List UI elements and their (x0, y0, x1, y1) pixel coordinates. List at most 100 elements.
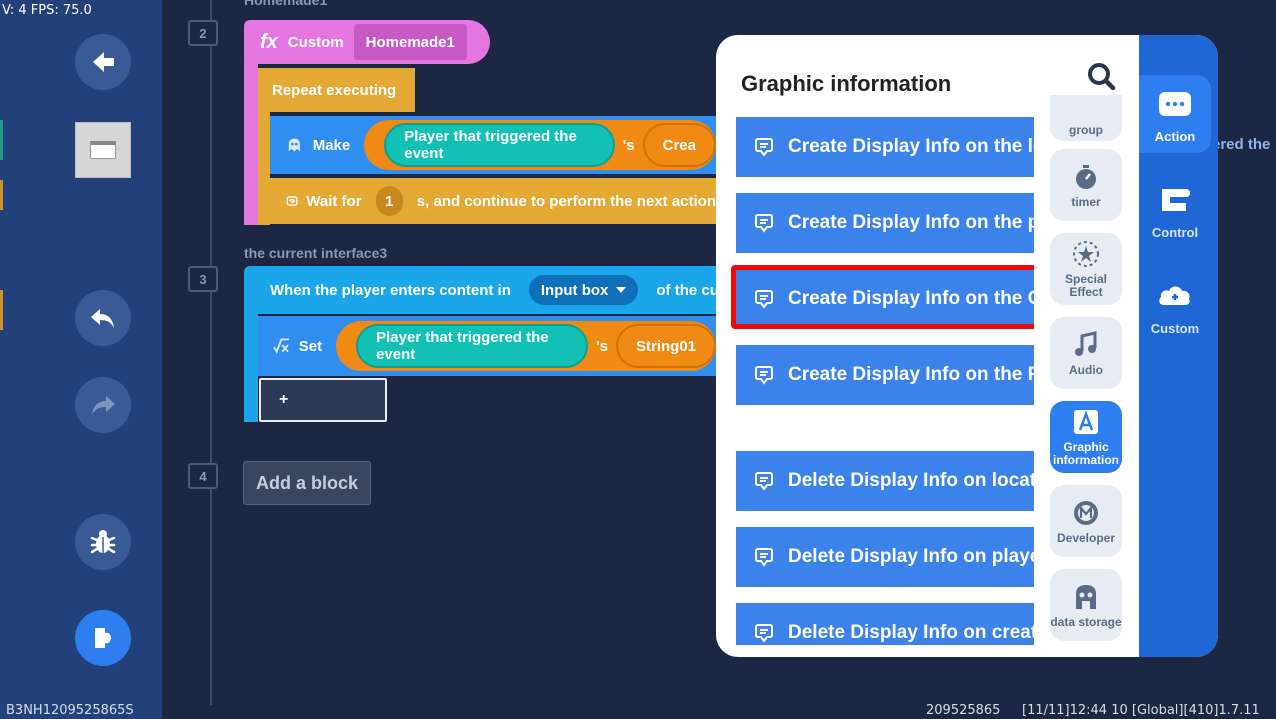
undo-icon (91, 309, 114, 328)
category-label: Graphic information (1053, 440, 1119, 467)
window-icon (90, 141, 116, 159)
custom-function-block[interactable]: fx Custom Homemade1 (244, 20, 490, 64)
category-data-storage[interactable]: data storage (1050, 569, 1122, 641)
bug-icon (90, 530, 116, 554)
category-label: timer (1071, 194, 1101, 209)
wait-seconds-input[interactable]: 1 (375, 186, 403, 216)
block-label: Repeat executing (272, 81, 397, 99)
custom-icon (1159, 286, 1190, 305)
list-item-delete-location[interactable]: Delete Display Info on location (736, 451, 1034, 511)
category-label: Special Effect (1064, 272, 1108, 299)
graphic-info-icon (1074, 410, 1098, 435)
list-item-create-player[interactable]: Create Display Info on the player (736, 193, 1034, 253)
redo-icon (92, 396, 115, 415)
category-graphic-information[interactable]: Graphic information (1050, 401, 1122, 473)
list-item-label: Delete Display Info on creature (788, 622, 1034, 643)
player-variable-reporter[interactable]: Player that triggered the event 's Strin… (336, 321, 716, 371)
category-developer[interactable]: Developer (1050, 485, 1122, 557)
make-block[interactable]: Make Player that triggered the event 's … (270, 116, 716, 174)
info-bubble-icon (755, 548, 773, 567)
chevron-down-icon (616, 287, 627, 293)
ghost-label: Homemade1 (244, 0, 328, 8)
left-toolbar (0, 0, 162, 719)
category-group[interactable]: group (1050, 95, 1122, 141)
category-timer[interactable]: timer (1050, 149, 1122, 221)
event-block-bracket (244, 312, 258, 422)
edge-strip (0, 120, 3, 160)
block-label: Set (298, 337, 323, 355)
edge-strip (0, 180, 3, 210)
wait-block[interactable]: Wait for 1 s, and continue to perform th… (270, 178, 716, 224)
player-selector[interactable]: Player that triggered the event (356, 324, 589, 368)
category-label: group (1069, 123, 1103, 138)
category-label: Audio (1069, 362, 1103, 377)
repeat-block[interactable]: Repeat executing (258, 68, 415, 112)
set-block[interactable]: Set Player that triggered the event 's S… (258, 316, 716, 376)
edge-strip (0, 290, 3, 330)
tab-label: Control (1151, 224, 1199, 240)
tab-label: Action (1154, 128, 1196, 144)
list-item-create-projectile[interactable]: Create Display Info on the Projectile (736, 345, 1034, 405)
event-trigger-block[interactable]: When the player enters content in Input … (244, 266, 716, 314)
list-item-label: Delete Display Info on player (788, 546, 1034, 567)
timeline-line (210, 0, 212, 705)
list-item-label: Create Display Info on the Projectile (788, 364, 1034, 385)
search-icon[interactable] (1082, 57, 1122, 97)
tab-custom[interactable]: Custom (1139, 267, 1211, 345)
list-item-delete-player[interactable]: Delete Display Info on player (736, 527, 1034, 587)
control-icon (1162, 188, 1190, 211)
action-icon (1159, 91, 1191, 116)
list-item-label: Create Display Info on the location (788, 136, 1034, 157)
tab-label: Custom (1150, 320, 1200, 336)
player-selector[interactable]: Player that triggered the event (384, 123, 615, 167)
category-audio[interactable]: Audio (1050, 317, 1122, 389)
user-id: 209525865 (926, 703, 1001, 718)
block-label: s, and continue to perform the next acti… (416, 192, 716, 210)
list-item-create-location[interactable]: Create Display Info on the location (736, 117, 1034, 177)
category-label: Developer (1056, 530, 1116, 545)
redo-button[interactable] (75, 377, 131, 433)
category-special-effect[interactable]: Special Effect (1050, 233, 1122, 305)
fx-icon: fx (260, 30, 278, 53)
info-bubble-icon (755, 214, 773, 233)
ghost-label: the current interface3 (244, 245, 388, 261)
server-info: [11/11]12:44 10 [Global][410]1.7.11 (1022, 703, 1260, 718)
tab-control[interactable]: Control (1139, 171, 1211, 249)
data-storage-icon (1076, 584, 1096, 609)
step-number: 4 (188, 463, 218, 489)
tab-column: Action Control Custom (1139, 35, 1218, 657)
blocks-button[interactable] (75, 610, 131, 666)
category-column: group timer Special Effect Audio Graphic… (1034, 35, 1139, 657)
block-label: When the player enters content in (270, 281, 511, 299)
undo-button[interactable] (75, 290, 131, 346)
panel-title: Graphic information (741, 71, 952, 96)
back-button[interactable] (75, 34, 131, 90)
block-label: of the current (656, 281, 716, 299)
list-item-label: Delete Display Info on location (788, 470, 1034, 491)
function-name-field[interactable]: Homemade1 (353, 24, 467, 60)
variable-selector[interactable]: String01 (615, 324, 716, 368)
block-list[interactable]: Create Display Info on the location Crea… (736, 115, 1034, 645)
add-action-slot[interactable]: + (259, 378, 387, 422)
attribute-selector[interactable]: Crea (642, 123, 716, 167)
block-label: Make (312, 136, 351, 154)
input-box-dropdown[interactable]: Input box (528, 275, 639, 305)
scene-thumbnail[interactable] (75, 122, 131, 178)
player-attribute-reporter[interactable]: Player that triggered the event 's Crea (364, 120, 716, 170)
ghost-icon (288, 138, 300, 152)
block-palette-panel: Graphic information Create Display Info … (716, 35, 1218, 657)
add-block-button[interactable]: Add a block (243, 461, 371, 505)
timer-icon (1076, 164, 1096, 189)
audio-icon (1075, 330, 1097, 356)
puzzle-icon (95, 628, 111, 648)
fps-counter: V: 4 FPS: 75.0 (2, 3, 92, 18)
list-item-label: Create Display Info on the player (788, 212, 1034, 233)
category-label: data storage (1050, 614, 1122, 629)
tab-action[interactable]: Action (1139, 75, 1211, 153)
debug-button[interactable] (75, 514, 131, 570)
info-bubble-icon (755, 472, 773, 491)
special-effect-icon (1073, 241, 1099, 268)
possessive-label: 's (596, 337, 608, 355)
step-number: 3 (188, 266, 218, 292)
list-item-delete-creature[interactable]: Delete Display Info on creature (736, 603, 1034, 645)
